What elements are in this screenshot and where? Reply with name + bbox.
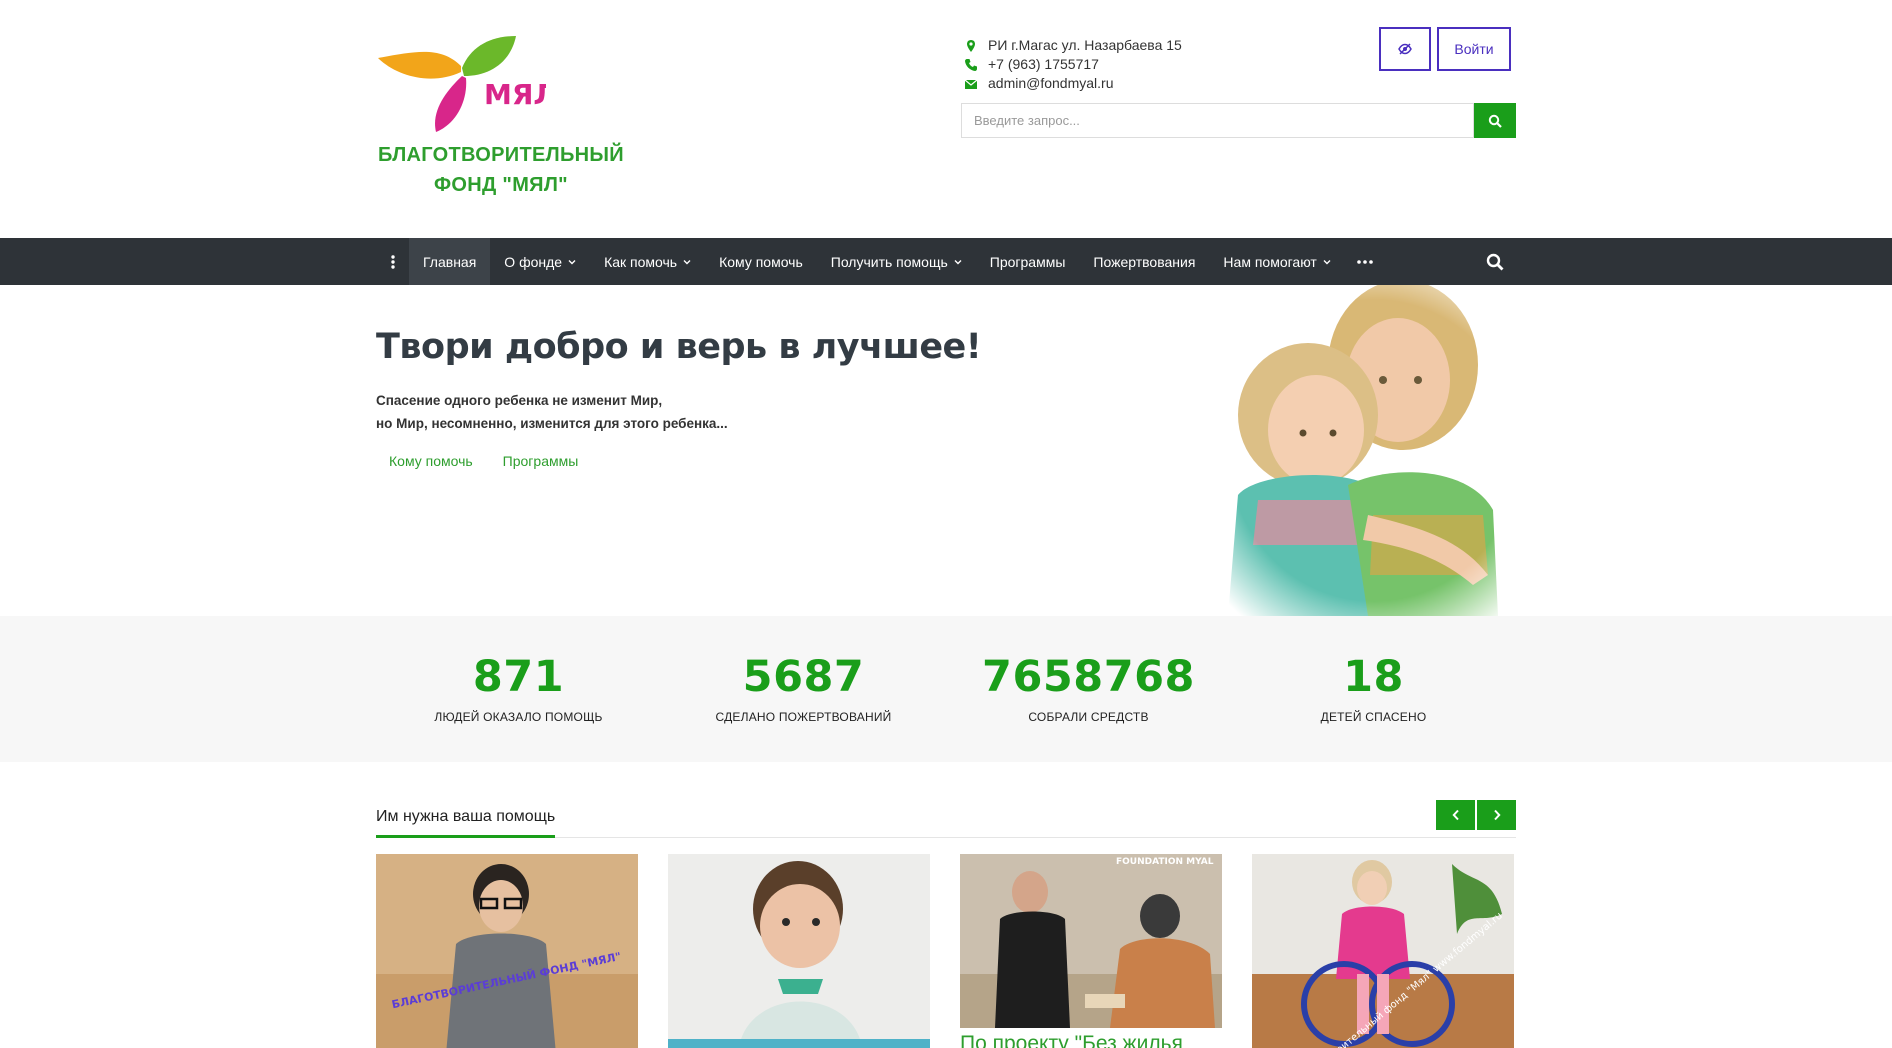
org-name-line1: БЛАГОТВОРИТЕЛЬНЫЙ	[378, 144, 624, 166]
carousel-next-button[interactable]	[1477, 800, 1516, 830]
nav-item-how-to-help[interactable]: Как помочь	[590, 238, 705, 285]
stat-value: 7658768	[982, 652, 1195, 702]
section-title: Им нужна ваша помощь	[376, 808, 556, 838]
search-icon	[1488, 114, 1502, 128]
nav-item-get-help[interactable]: Получить помощь	[817, 238, 976, 285]
hero-section: Твори добро и верь в лучшее! Спасение од…	[0, 285, 1892, 616]
org-name: БЛАГОТВОРИТЕЛЬНЫЙ ФОНД "МЯЛ"	[376, 140, 626, 200]
help-card-2[interactable]	[668, 854, 930, 1048]
carousel-prev-button[interactable]	[1436, 800, 1475, 830]
hero-children-photo	[1198, 285, 1518, 616]
accessibility-button[interactable]	[1379, 27, 1431, 71]
nav-item-label: Нам помогают	[1223, 253, 1317, 270]
nav-item-about[interactable]: О фонде	[490, 238, 590, 285]
hero-link-whom-to-help[interactable]: Кому помочь	[389, 453, 473, 469]
nav-item-donations[interactable]: Пожертвования	[1079, 238, 1209, 285]
search-button[interactable]	[1474, 103, 1516, 138]
logo-flower-icon: МЯЛ	[378, 36, 546, 132]
email-text[interactable]: admin@fondmyal.ru	[988, 74, 1114, 93]
envelope-icon	[964, 79, 978, 89]
card-title[interactable]: По проекту "Без жилья	[960, 1032, 1183, 1048]
logo-text: МЯЛ	[484, 78, 546, 111]
card-photo-toddler	[668, 854, 930, 1048]
nav-item-home[interactable]: Главная	[409, 238, 491, 285]
stat-people-helped: 871 ЛЮДЕЙ ОКАЗАЛО ПОМОЩЬ	[376, 652, 661, 724]
contact-address: РИ г.Магас ул. Назарбаева 15	[964, 36, 1182, 55]
carousel-nav	[1436, 800, 1516, 830]
site-header: МЯЛ БЛАГОТВОРИТЕЛЬНЫЙ ФОНД "МЯЛ" РИ г.Ма…	[0, 0, 1892, 238]
hero-subtitle-line1: Спасение одного ребенка не изменит Мир,	[376, 393, 663, 408]
stat-value: 5687	[742, 652, 865, 702]
help-card-4[interactable]: Благотворительный фонд "Мял" www.fondmya…	[1252, 854, 1514, 1048]
nav-search-button[interactable]	[1474, 238, 1516, 285]
stats-section: 871 ЛЮДЕЙ ОКАЗАЛО ПОМОЩЬ 5687 СДЕЛАНО ПО…	[0, 616, 1892, 762]
nav-item-label: Получить помощь	[830, 253, 948, 270]
contacts-block: РИ г.Магас ул. Назарбаева 15 +7 (963) 17…	[964, 36, 1182, 93]
address-text: РИ г.Магас ул. Назарбаева 15	[988, 37, 1182, 53]
card-watermark: FOUNDATION MYAL	[1116, 857, 1214, 867]
chevron-down-icon	[954, 259, 962, 264]
help-card-3[interactable]: FOUNDATION MYAL По проекту "Без жилья	[960, 854, 1222, 1048]
chevron-down-icon	[568, 259, 576, 264]
chevron-down-icon	[1323, 259, 1331, 264]
horizontal-dots-icon	[1357, 259, 1373, 264]
contact-phone: +7 (963) 1755717	[964, 55, 1182, 74]
map-marker-icon	[967, 39, 975, 52]
card-photo-project: FOUNDATION MYAL	[960, 854, 1222, 1048]
section-header: Им нужна ваша помощь	[376, 800, 1516, 838]
nav-item-label: О фонде	[504, 253, 563, 270]
hero-link-programs[interactable]: Программы	[503, 453, 579, 469]
help-card-1[interactable]: БЛАГОТВОРИТЕЛЬНЫЙ ФОНД "МЯЛ"	[376, 854, 638, 1048]
hero-subtitle: Спасение одного ребенка не изменит Мир, …	[376, 389, 728, 435]
eye-slash-icon	[1398, 43, 1412, 55]
org-name-line2: ФОНД "МЯЛ"	[434, 174, 568, 196]
stat-label: ДЕТЕЙ СПАСЕНО	[1320, 710, 1427, 724]
nav-item-label: Программы	[989, 253, 1066, 270]
search-input[interactable]	[961, 103, 1474, 138]
stat-label: СОБРАЛИ СРЕДСТВ	[1028, 710, 1149, 724]
chevron-right-icon	[1493, 809, 1501, 821]
hero-subtitle-line2: но Мир, несомненно, изменится для этого …	[376, 416, 728, 431]
card-photo-boy-glasses: БЛАГОТВОРИТЕЛЬНЫЙ ФОНД "МЯЛ"	[376, 854, 638, 1048]
main-nav: Главная О фонде Как помочь Кому помочь П…	[0, 238, 1892, 285]
nav-item-label: Кому помочь	[719, 253, 803, 270]
nav-item-label: Как помочь	[604, 253, 678, 270]
header-search	[961, 103, 1516, 138]
vertical-dots-menu-button[interactable]	[376, 238, 409, 285]
card-photo-girl-wheelchair: Благотворительный фонд "Мял" www.fondmya…	[1252, 854, 1514, 1048]
help-cards: БЛАГОТВОРИТЕЛЬНЫЙ ФОНД "МЯЛ" FOUNDATION …	[376, 854, 1514, 1048]
vertical-dots-icon	[390, 254, 395, 269]
stat-donations: 5687 СДЕЛАНО ПОЖЕРТВОВАНИЙ	[661, 652, 946, 724]
nav-item-programs[interactable]: Программы	[976, 238, 1080, 285]
nav-item-label: Пожертвования	[1093, 253, 1196, 270]
logo[interactable]: МЯЛ БЛАГОТВОРИТЕЛЬНЫЙ ФОНД "МЯЛ"	[376, 36, 646, 196]
stat-value: 871	[472, 652, 565, 702]
stat-funds-raised: 7658768 СОБРАЛИ СРЕДСТВ	[946, 652, 1231, 724]
help-needed-section: Им нужна ваша помощь БЛАГОТВОРИТЕЛЬНЫЙ Ф…	[0, 762, 1892, 1048]
hero-links: Кому помочь Программы	[389, 453, 578, 469]
chevron-left-icon	[1451, 809, 1459, 821]
chevron-down-icon	[683, 259, 691, 264]
login-button[interactable]: Войти	[1437, 27, 1511, 71]
nav-item-label: Главная	[423, 253, 477, 270]
nav-item-partners[interactable]: Нам помогают	[1209, 238, 1344, 285]
hero-title: Твори добро и верь в лучшее!	[376, 327, 982, 367]
phone-text[interactable]: +7 (963) 1755717	[988, 55, 1099, 74]
stat-label: СДЕЛАНО ПОЖЕРТВОВАНИЙ	[715, 710, 892, 724]
search-icon	[1486, 253, 1504, 270]
phone-icon	[965, 58, 977, 71]
more-menu-button[interactable]	[1345, 238, 1385, 285]
stat-label: ЛЮДЕЙ ОКАЗАЛО ПОМОЩЬ	[434, 710, 603, 724]
stat-children-saved: 18 ДЕТЕЙ СПАСЕНО	[1231, 652, 1516, 724]
top-buttons: Войти	[1379, 27, 1511, 71]
stat-value: 18	[1343, 652, 1404, 702]
contact-email: admin@fondmyal.ru	[964, 74, 1182, 93]
nav-item-whom-to-help[interactable]: Кому помочь	[705, 238, 817, 285]
